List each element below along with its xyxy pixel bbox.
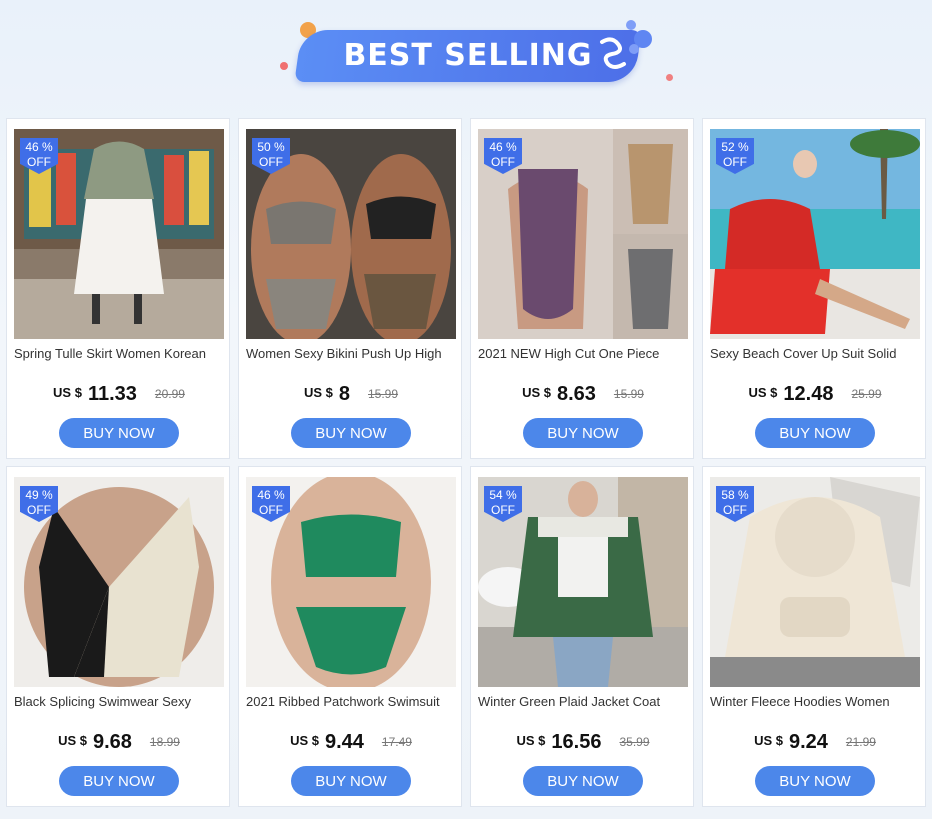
- product-title[interactable]: 2021 NEW High Cut One Piece: [478, 345, 690, 363]
- sale-price: 9.68: [92, 731, 132, 753]
- product-title-overflow: [710, 362, 910, 368]
- product-title[interactable]: Sexy Beach Cover Up Suit Solid: [710, 345, 922, 363]
- buy-now-button[interactable]: BUY NOW: [291, 418, 411, 448]
- squiggle-icon: [600, 37, 626, 69]
- sale-price: 11.33: [87, 383, 137, 405]
- product-card[interactable]: 50 % OFF Women Sexy Bikini Push Up High U…: [238, 118, 462, 459]
- price-row: US $ 16.56 35.99: [471, 731, 695, 754]
- product-image[interactable]: 52 % OFF: [710, 129, 920, 339]
- buy-now-button[interactable]: BUY NOW: [755, 418, 875, 448]
- buy-now-button[interactable]: BUY NOW: [291, 766, 411, 796]
- product-title[interactable]: Women Sexy Bikini Push Up High: [246, 345, 458, 363]
- product-title[interactable]: 2021 Ribbed Patchwork Swimsuit: [246, 693, 458, 711]
- price-row: US $ 9.68 18.99: [7, 731, 231, 754]
- original-price: 20.99: [154, 387, 185, 401]
- product-title-overflow: [246, 362, 446, 368]
- currency-label: US $: [522, 385, 551, 400]
- product-card[interactable]: 49 % OFF Black Splicing Swimwear Sexy US …: [6, 466, 230, 807]
- product-image[interactable]: 49 % OFF: [14, 477, 224, 687]
- product-card[interactable]: 58 % OFF Winter Fleece Hoodies Women US $…: [702, 466, 926, 807]
- original-price: 21.99: [845, 735, 876, 749]
- product-image[interactable]: 46 % OFF: [14, 129, 224, 339]
- sale-price: 16.56: [551, 731, 602, 753]
- currency-label: US $: [748, 385, 778, 400]
- product-title[interactable]: Black Splicing Swimwear Sexy: [14, 693, 226, 711]
- decor-dot: [280, 62, 288, 70]
- banner-title: BEST SELLING: [343, 38, 593, 73]
- original-price: 18.99: [149, 735, 180, 749]
- price-row: US $ 11.33 20.99: [7, 383, 231, 406]
- product-title[interactable]: Winter Green Plaid Jacket Coat: [478, 693, 690, 711]
- decor-dot: [666, 74, 673, 81]
- original-price: 35.99: [619, 735, 650, 749]
- price-row: US $ 9.44 17.49: [239, 731, 463, 754]
- sale-price: 8: [338, 383, 350, 405]
- product-title-overflow: [478, 362, 678, 368]
- product-title[interactable]: Winter Fleece Hoodies Women: [710, 693, 922, 711]
- buy-now-button[interactable]: BUY NOW: [523, 418, 643, 448]
- buy-now-button[interactable]: BUY NOW: [755, 766, 875, 796]
- price-row: US $ 12.48 25.99: [703, 383, 927, 406]
- original-price: 17.49: [381, 735, 412, 749]
- original-price: 15.99: [613, 387, 644, 401]
- product-card[interactable]: 46 % OFF Spring Tulle Skirt Women Korean …: [6, 118, 230, 459]
- product-card[interactable]: 52 % OFF Sexy Beach Cover Up Suit Solid U…: [702, 118, 926, 459]
- currency-label: US $: [516, 733, 546, 748]
- original-price: 15.99: [368, 387, 399, 401]
- currency-label: US $: [53, 385, 82, 400]
- currency-label: US $: [290, 733, 319, 748]
- best-selling-banner: BEST SELLING: [0, 0, 932, 110]
- product-image[interactable]: 50 % OFF: [246, 129, 456, 339]
- product-card[interactable]: 46 % OFF 2021 NEW High Cut One Piece US $…: [470, 118, 694, 459]
- price-row: US $ 8.63 15.99: [471, 383, 695, 406]
- sale-price: 9.24: [788, 731, 828, 753]
- product-title[interactable]: Spring Tulle Skirt Women Korean: [14, 345, 226, 363]
- buy-now-button[interactable]: BUY NOW: [523, 766, 643, 796]
- buy-now-button[interactable]: BUY NOW: [59, 766, 179, 796]
- currency-label: US $: [303, 385, 333, 400]
- sale-price: 12.48: [783, 383, 834, 405]
- product-title-overflow: [14, 362, 214, 368]
- product-title-overflow: [14, 710, 214, 716]
- product-card[interactable]: 46 % OFF 2021 Ribbed Patchwork Swimsuit U…: [238, 466, 462, 807]
- sale-price: 9.44: [324, 731, 364, 753]
- product-title-overflow: [246, 710, 446, 716]
- currency-label: US $: [754, 733, 783, 748]
- product-card[interactable]: 54 % OFF Winter Green Plaid Jacket Coat U…: [470, 466, 694, 807]
- sale-price: 8.63: [556, 383, 596, 405]
- product-title-overflow: [478, 710, 678, 716]
- currency-label: US $: [58, 733, 87, 748]
- product-image[interactable]: 58 % OFF: [710, 477, 920, 687]
- buy-now-button[interactable]: BUY NOW: [59, 418, 179, 448]
- decor-dot: [626, 20, 636, 30]
- product-image[interactable]: 46 % OFF: [478, 129, 688, 339]
- price-row: US $ 9.24 21.99: [703, 731, 927, 754]
- product-image[interactable]: 46 % OFF: [246, 477, 456, 687]
- price-row: US $ 8 15.99: [239, 383, 463, 406]
- original-price: 25.99: [851, 387, 882, 401]
- decor-dot: [629, 44, 639, 54]
- product-image[interactable]: 54 % OFF: [478, 477, 688, 687]
- product-title-overflow: [710, 710, 910, 716]
